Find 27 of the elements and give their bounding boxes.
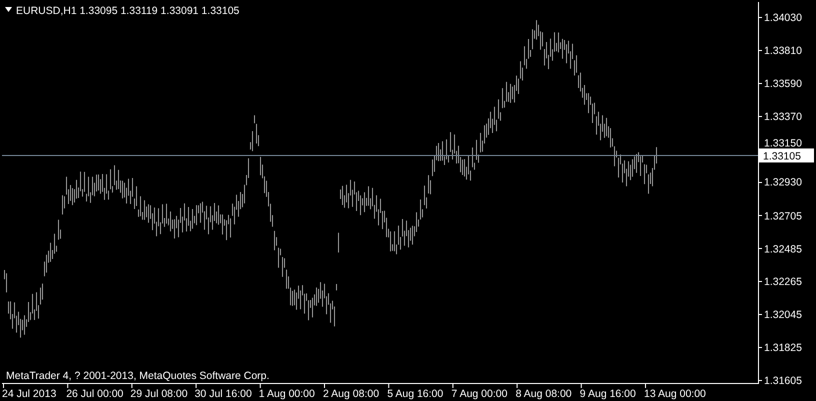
price-axis-label: 1.33150 <box>764 137 802 150</box>
time-axis-label: 30 Jul 16:00 <box>194 388 252 400</box>
price-axis-label: 1.33370 <box>764 110 802 123</box>
time-axis-label: 9 Aug 16:00 <box>580 388 636 400</box>
price-axis-label: 1.32265 <box>764 276 802 288</box>
time-axis-label: 5 Aug 16:00 <box>387 388 444 400</box>
price-axis-label: 1.32930 <box>764 176 802 189</box>
time-axis-label: 1 Aug 00:00 <box>258 388 315 400</box>
price-axis-label: 1.32045 <box>764 309 802 322</box>
price-axis-label: 1.32485 <box>764 243 802 256</box>
price-axis-label: 1.32705 <box>764 210 802 222</box>
time-axis-label: 2 Aug 08:00 <box>323 388 380 400</box>
price-axis-label: 1.33810 <box>764 44 802 57</box>
price-axis-label: 1.31605 <box>764 375 802 387</box>
dropdown-triangle-icon[interactable] <box>5 7 12 12</box>
price-axis-label: 1.34030 <box>764 12 802 24</box>
time-axis-label: 7 Aug 00:00 <box>451 388 508 400</box>
price-axis-label: 1.31825 <box>764 342 802 354</box>
time-axis-label: 29 Jul 08:00 <box>130 388 188 400</box>
time-axis-label: 8 Aug 08:00 <box>516 388 572 400</box>
price-axis-label: 1.33590 <box>764 78 802 90</box>
current-price-label: 1.33105 <box>759 148 814 162</box>
chart-header: EURUSD,H1 1.33095 1.33119 1.33091 1.33105 <box>16 5 240 17</box>
copyright-text: MetaTrader 4, ? 2001-2013, MetaQuotes Software Corp. <box>6 370 270 382</box>
time-axis-label: 24 Jul 2013 <box>2 388 56 400</box>
time-axis-label: 26 Jul 00:00 <box>66 388 124 400</box>
time-axis-label: 13 Aug 00:00 <box>644 388 706 400</box>
